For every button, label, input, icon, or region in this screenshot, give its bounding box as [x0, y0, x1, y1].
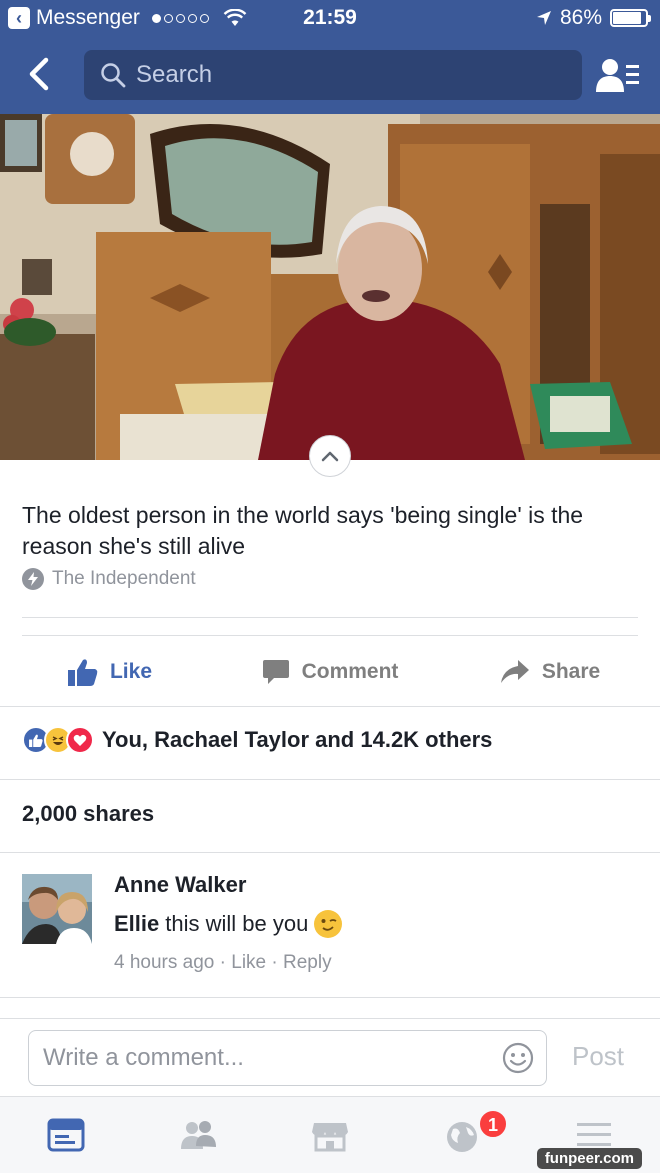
divider: [0, 852, 660, 853]
like-label: Like: [109, 660, 153, 683]
comment-body: this will be you: [165, 911, 309, 936]
comment-time: 4 hours ago: [114, 952, 215, 973]
love-reaction-icon: [66, 726, 94, 754]
nav-bar: [0, 36, 660, 114]
reaction-icons: [22, 726, 94, 754]
comment-meta: 4 hours ago · Like · Reply: [114, 952, 332, 974]
back-arrow-icon[interactable]: [22, 54, 62, 94]
article-source-name: The Independent: [52, 568, 196, 589]
commenter-avatar[interactable]: [22, 874, 92, 944]
divider: [0, 997, 660, 998]
search-input[interactable]: [136, 61, 536, 89]
post-comment-button[interactable]: Post: [572, 1041, 624, 1072]
news-feed-tab-icon[interactable]: [46, 1115, 86, 1155]
search-bar[interactable]: [84, 50, 582, 100]
watermark: funpeer.com: [536, 1148, 642, 1169]
article-headline[interactable]: The oldest person in the world says 'bei…: [22, 500, 638, 562]
comment-box[interactable]: [28, 1030, 547, 1086]
comment-text: Ellie this will be you: [114, 910, 343, 938]
battery-icon: [610, 9, 651, 27]
collapse-button[interactable]: [309, 435, 351, 477]
status-bar: ‹ Messenger 21:59 86%: [0, 0, 660, 36]
friend-requests-icon[interactable]: [596, 56, 640, 96]
status-right: 86%: [536, 6, 651, 30]
location-arrow-icon: [536, 11, 551, 25]
share-button[interactable]: Share: [440, 640, 660, 704]
post-photo[interactable]: [0, 114, 660, 460]
search-icon: [101, 63, 126, 88]
battery-percent: 86%: [559, 6, 602, 29]
comment-bubble-icon: [262, 660, 289, 684]
comment-item: Anne Walker Ellie this will be you 4 hou…: [22, 870, 638, 980]
comment-reply-link[interactable]: Reply: [283, 952, 332, 973]
divider: [22, 617, 638, 618]
friends-tab-icon[interactable]: [178, 1115, 218, 1155]
reactions-summary[interactable]: You, Rachael Taylor and 14.2K others: [22, 726, 492, 754]
tab-bar: 1 funpeer.com: [0, 1096, 660, 1173]
comment-composer: Post: [0, 1018, 660, 1096]
comment-mention[interactable]: Ellie: [114, 911, 159, 937]
meta-dot: ·: [219, 952, 232, 973]
meta-dot: ·: [271, 952, 283, 973]
post-actions: Like Comment Share: [0, 640, 660, 704]
comment-button[interactable]: Comment: [220, 640, 440, 704]
commenter-name[interactable]: Anne Walker: [114, 872, 246, 898]
battery-level: [613, 12, 641, 24]
divider: [0, 706, 660, 707]
sticker-smiley-icon[interactable]: [502, 1042, 534, 1074]
notification-badge: 1: [478, 1109, 508, 1139]
like-button[interactable]: Like: [0, 640, 220, 704]
comment-label: Comment: [301, 660, 399, 683]
thumbs-up-icon: [67, 659, 98, 686]
marketplace-tab-icon[interactable]: [310, 1115, 350, 1155]
comment-input[interactable]: [43, 1044, 483, 1072]
comment-like-link[interactable]: Like: [231, 952, 266, 973]
share-label: Share: [541, 660, 601, 683]
instant-article-bolt-icon: [22, 568, 44, 590]
wink-emoji-icon: [314, 910, 343, 938]
reactions-text: You, Rachael Taylor and 14.2K others: [102, 727, 493, 752]
article-source: The Independent: [22, 568, 196, 590]
share-arrow-icon: [500, 660, 529, 683]
divider: [0, 779, 660, 780]
shares-count[interactable]: 2,000 shares: [22, 801, 154, 827]
photo-illustration: [0, 114, 660, 460]
chevron-up-icon: [321, 451, 339, 462]
divider: [22, 635, 638, 636]
